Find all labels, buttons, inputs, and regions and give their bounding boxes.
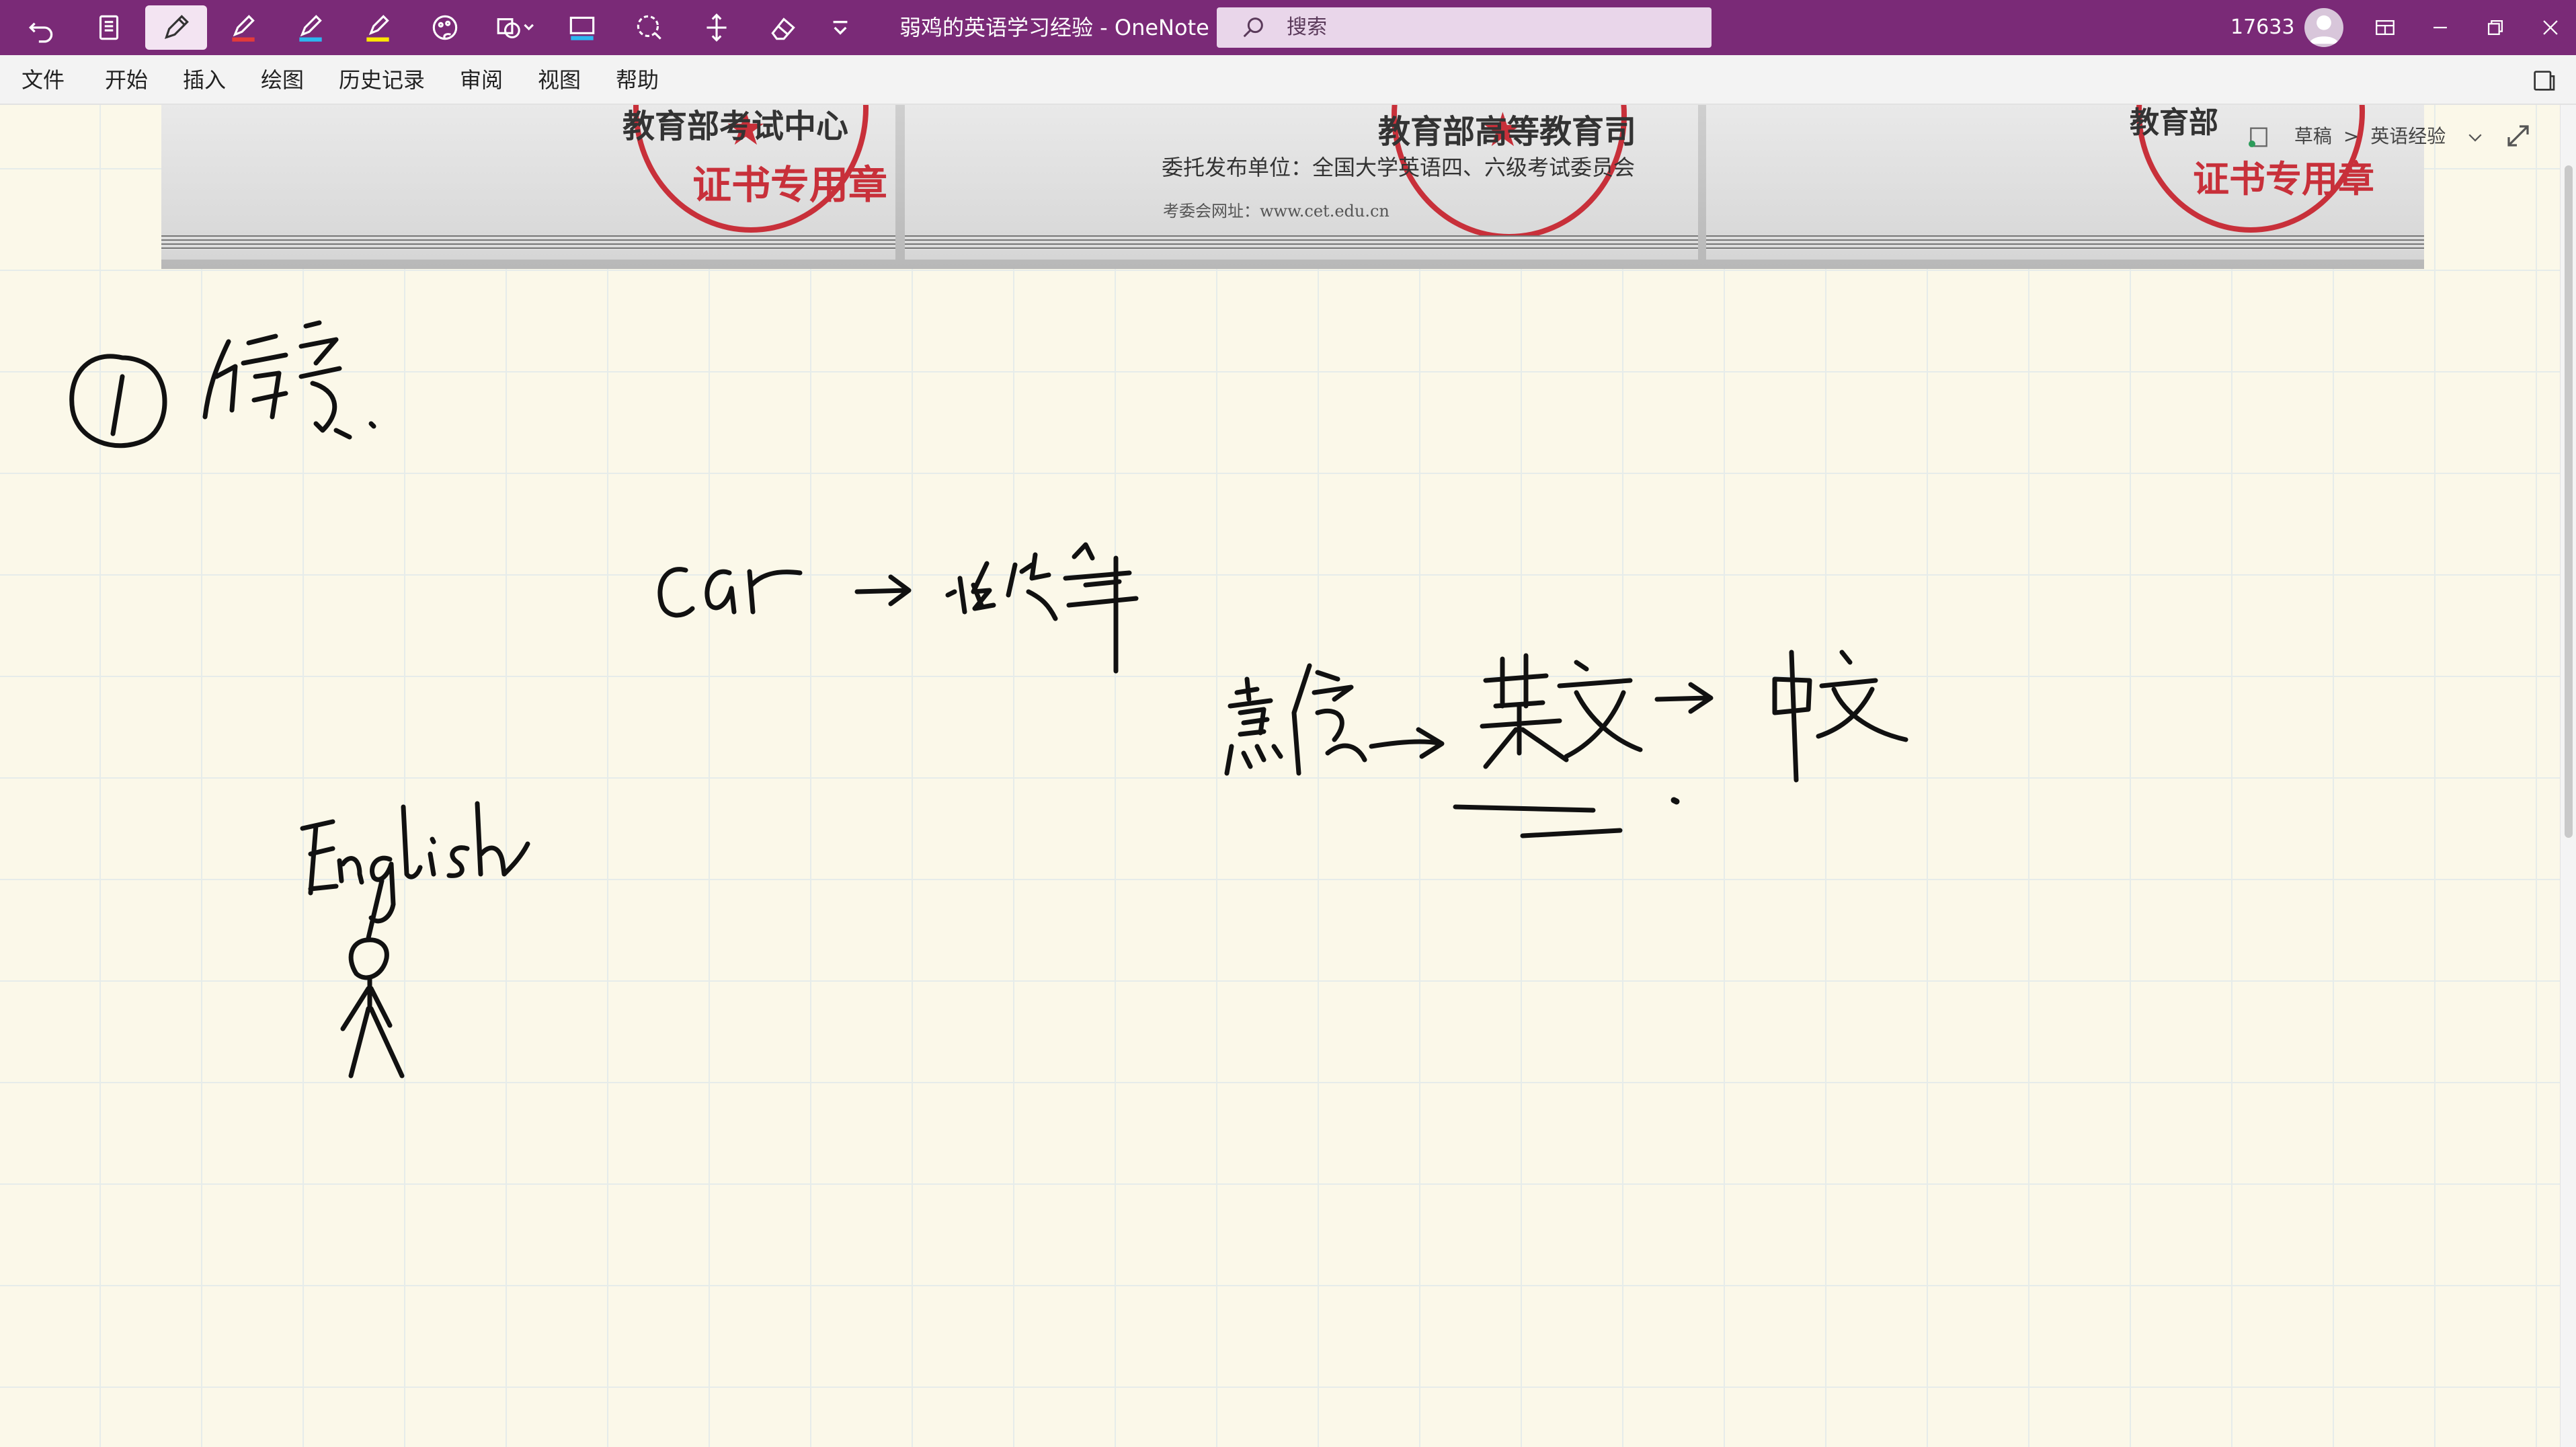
ink-circled-one <box>69 354 167 448</box>
ink-car-to-car <box>657 542 1139 674</box>
ink-image-to-english-to-chinese <box>1224 650 1908 838</box>
ink-vocabulary <box>202 320 376 440</box>
handwriting-ink[interactable] <box>0 0 2576 1447</box>
ink-english-stick-figure <box>300 801 530 1079</box>
